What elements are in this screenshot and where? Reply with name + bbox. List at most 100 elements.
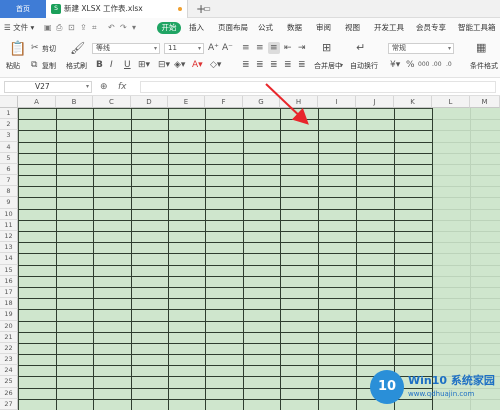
copy-button[interactable]: 复制 [42, 61, 56, 71]
font-family-select[interactable]: 等线 ▾ [92, 43, 160, 54]
row-header[interactable]: 5 [0, 152, 18, 164]
more-icon[interactable]: ▾ [132, 18, 136, 38]
copy-icon[interactable]: ⧉ [31, 60, 37, 70]
row-header[interactable]: 23 [0, 354, 18, 366]
conditional-format-button[interactable]: 条件格式 [470, 61, 498, 71]
format-painter-icon[interactable]: 🖌 [70, 42, 85, 54]
document-tab[interactable]: S 新建 XLSX 工作表.xlsx ▭ [46, 0, 211, 18]
spreadsheet-grid[interactable]: A B C D E F G H I J K L M 1 2 3 4 5 6 7 8 9 10 11 12 13 14 15 16 17 18… [0, 96, 500, 410]
formula-input[interactable] [140, 81, 496, 93]
clear-format-icon[interactable]: ◇▾ [210, 60, 221, 70]
row-header[interactable]: 26 [0, 387, 18, 399]
print-preview-icon[interactable]: ⊡ [68, 18, 75, 38]
row-header[interactable]: 6 [0, 163, 18, 176]
column-header[interactable]: J [356, 96, 394, 108]
tab-home-start[interactable]: 开始 [157, 22, 181, 34]
tab-insert[interactable]: 插入 [189, 18, 204, 38]
tab-review[interactable]: 审阅 [316, 18, 331, 38]
align-middle-icon[interactable]: ≡ [256, 43, 264, 53]
tab-data[interactable]: 数据 [287, 18, 302, 38]
export-icon[interactable]: ⇪ [80, 18, 87, 38]
tab-member[interactable]: 会员专享 [416, 18, 446, 38]
row-header[interactable]: 17 [0, 286, 18, 299]
distribute-icon[interactable]: ≣ [298, 60, 306, 70]
format-painter-button[interactable]: 格式刷 [66, 61, 87, 71]
column-header[interactable]: G [243, 96, 280, 108]
fill-color-icon[interactable]: ◈▾ [174, 60, 185, 70]
row-header[interactable]: 21 [0, 331, 18, 343]
indent-decrease-icon[interactable]: ⇤ [284, 43, 292, 53]
column-header[interactable]: B [56, 96, 93, 108]
align-left-icon[interactable]: ≣ [242, 60, 250, 70]
row-header[interactable]: 1 [0, 108, 18, 120]
currency-icon[interactable]: ¥▾ [390, 60, 400, 70]
cut-icon[interactable]: ✂ [31, 43, 39, 53]
align-top-icon[interactable]: ≡ [242, 43, 250, 53]
row-header[interactable]: 11 [0, 219, 18, 232]
select-all-corner[interactable] [0, 96, 18, 108]
tab-smart-toolbox[interactable]: 智能工具箱 [458, 18, 496, 38]
row-header[interactable]: 12 [0, 231, 18, 243]
column-header[interactable]: D [131, 96, 168, 108]
indent-increase-icon[interactable]: ⇥ [298, 43, 306, 53]
increase-font-icon[interactable]: A⁺ [208, 43, 219, 53]
tab-view[interactable]: 视图 [345, 18, 360, 38]
row-header[interactable]: 22 [0, 342, 18, 355]
save-icon[interactable]: ▣ [44, 18, 52, 38]
column-header[interactable]: H [280, 96, 318, 108]
row-header[interactable]: 24 [0, 365, 18, 377]
bold-icon[interactable]: B [96, 60, 103, 70]
row-header[interactable]: 4 [0, 141, 18, 153]
row-header[interactable]: 15 [0, 264, 18, 276]
zoom-icon[interactable]: ⊕ [100, 78, 108, 96]
paste-button[interactable]: 粘贴 [6, 61, 20, 71]
redo-icon[interactable]: ↷ [120, 18, 127, 38]
column-header[interactable]: I [318, 96, 356, 108]
column-header[interactable]: K [394, 96, 432, 108]
number-format-select[interactable]: 常规 ▾ [388, 43, 454, 54]
column-header[interactable]: L [432, 96, 470, 108]
row-header[interactable]: 19 [0, 309, 18, 321]
print-icon[interactable]: ⎙ [56, 18, 62, 38]
merge-center-icon[interactable]: ⊞ [322, 42, 331, 53]
row-header[interactable]: 9 [0, 197, 18, 209]
row-header[interactable]: 16 [0, 275, 18, 287]
column-header[interactable]: A [18, 96, 56, 108]
column-header[interactable]: E [168, 96, 205, 108]
column-header[interactable]: C [93, 96, 131, 108]
function-button[interactable]: fx [118, 78, 127, 96]
align-bottom-icon[interactable]: ≡ [270, 43, 278, 53]
align-right-icon[interactable]: ≣ [270, 60, 278, 70]
row-header[interactable]: 25 [0, 376, 18, 388]
row-header[interactable]: 3 [0, 130, 18, 142]
tab-developer[interactable]: 开发工具 [374, 18, 404, 38]
thousands-separator-icon[interactable]: 000 [418, 60, 429, 70]
row-header[interactable]: 13 [0, 242, 18, 254]
italic-icon[interactable]: I [110, 60, 113, 70]
increase-decimal-icon[interactable]: .00 [432, 60, 442, 70]
merge-center-button[interactable]: 合并居中 [314, 61, 342, 71]
undo-icon[interactable]: ↶ [108, 18, 115, 38]
row-header[interactable]: 18 [0, 298, 18, 310]
column-header[interactable]: M [470, 96, 500, 108]
cut-button[interactable]: 剪切 [42, 44, 56, 54]
percent-icon[interactable]: % [406, 60, 415, 70]
chevron-down-icon[interactable]: ▾ [340, 61, 343, 71]
row-header[interactable]: 27 [0, 398, 18, 410]
row-header[interactable]: 8 [0, 186, 18, 198]
tab-formulas[interactable]: 公式 [258, 18, 273, 38]
border-icon[interactable]: ⊞▾ [138, 60, 150, 70]
row-header[interactable]: 14 [0, 253, 18, 265]
row-header[interactable]: 7 [0, 175, 18, 187]
decrease-decimal-icon[interactable]: .0 [446, 60, 452, 70]
new-tab-button[interactable]: + [196, 0, 206, 18]
justify-icon[interactable]: ≣ [284, 60, 292, 70]
row-header[interactable]: 2 [0, 119, 18, 131]
paste-icon[interactable]: 📋 [9, 42, 26, 56]
column-header[interactable]: F [205, 96, 243, 108]
home-tab[interactable]: 首页 [0, 0, 46, 18]
format-icon[interactable]: ⌗ [92, 18, 97, 38]
name-box[interactable]: V27 ▾ [4, 81, 92, 93]
tab-page-layout[interactable]: 页面布局 [218, 18, 248, 38]
conditional-format-icon[interactable]: ▦ [476, 42, 486, 53]
